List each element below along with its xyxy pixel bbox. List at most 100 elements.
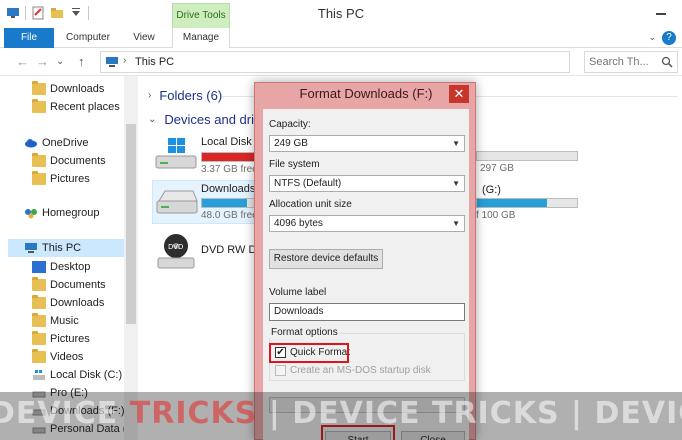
chevron-down-icon: ⌄	[148, 114, 157, 125]
nav-item-music[interactable]: Music	[32, 312, 137, 330]
dialog-body: Capacity: 249 GB ▼ File system NTFS (Defa…	[263, 109, 469, 440]
watermark-word: TRICKS	[431, 396, 560, 431]
nav-item-onedrive-pictures[interactable]: Pictures	[32, 170, 137, 188]
drive-free-space: 48.0 GB free	[201, 210, 258, 221]
watermark-banner: DEVICE TRICKS | DEVICE TRICKS | DEVICE	[0, 392, 682, 440]
group-header-devices[interactable]: ⌄ Devices and drive	[148, 112, 268, 127]
nav-label: Music	[50, 315, 79, 327]
search-input[interactable]	[585, 52, 659, 72]
window-title: This PC	[317, 6, 365, 21]
watermark-word: DEVICE	[292, 396, 421, 431]
allocation-unit-select[interactable]: 4096 bytes ▼	[269, 215, 465, 232]
dvd-drive-icon: DVD	[157, 234, 195, 269]
nav-label: Downloads	[50, 83, 105, 95]
drive-name: Local Disk (	[201, 136, 259, 148]
group-label: Devices and drive	[164, 112, 268, 127]
drive-tile-dvd[interactable]: DVD DVD RW Driv	[152, 232, 268, 272]
group-header-folders[interactable]: › Folders (6)	[148, 88, 222, 103]
nav-scrollbar[interactable]	[124, 76, 137, 440]
search-box	[584, 51, 678, 73]
scrollbar-thumb[interactable]	[126, 124, 136, 324]
nav-label: Downloads	[50, 297, 105, 309]
drive-size-right: 297 GB	[480, 163, 514, 174]
nav-item-this-pc[interactable]: This PC	[8, 239, 124, 257]
tab-computer[interactable]: Computer	[60, 28, 116, 48]
volume-label-label: Volume label	[269, 287, 327, 298]
back-arrow-icon[interactable]: ←	[16, 54, 29, 69]
help-icon[interactable]: ?	[662, 31, 676, 45]
nav-item-downloads[interactable]: Downloads	[32, 80, 137, 98]
recent-locations-icon[interactable]: ⌄	[56, 56, 64, 67]
nav-label: Pictures	[50, 333, 90, 345]
nav-label: Pictures	[50, 173, 90, 185]
drive-free-space: 3.37 GB free	[201, 164, 258, 175]
select-value: NTFS (Default)	[274, 178, 342, 189]
checkbox-disabled-icon	[275, 365, 286, 376]
nav-label: Desktop	[50, 261, 91, 273]
minimize-icon[interactable]	[656, 13, 666, 15]
up-arrow-icon[interactable]: ↑	[78, 54, 85, 69]
nav-item-local-disk-c[interactable]: Local Disk (C:)	[32, 366, 137, 384]
nav-label: Recent places	[50, 101, 120, 113]
usage-fill	[477, 199, 547, 207]
nav-item-recent-places[interactable]: Recent places	[32, 98, 137, 116]
file-system-select[interactable]: NTFS (Default) ▼	[269, 175, 465, 192]
group-label: Folders (6)	[159, 88, 223, 103]
folder-icon	[32, 81, 46, 95]
usage-bar-right-c	[476, 151, 578, 161]
nav-item-onedrive-documents[interactable]: Documents	[32, 152, 137, 170]
address-row: ← → ⌄ ↑ › This PC	[0, 48, 682, 76]
windows-drive-icon	[155, 138, 197, 169]
tab-manage[interactable]: Manage	[172, 28, 230, 49]
tab-view[interactable]: View	[124, 28, 164, 48]
drive-name: Downloads	[201, 183, 256, 195]
restore-defaults-button[interactable]: Restore device defaults	[269, 249, 383, 269]
chevron-down-icon: ▼	[452, 179, 460, 188]
collapse-ribbon-icon[interactable]: ⌄	[648, 32, 656, 43]
title-bar: Drive Tools This PC	[0, 0, 682, 28]
pc-icon	[106, 57, 118, 67]
nav-item-onedrive[interactable]: OneDrive	[24, 134, 137, 152]
close-icon[interactable]: ✕	[449, 85, 469, 103]
breadcrumb-this-pc[interactable]: This PC	[135, 56, 174, 68]
usage-bar-downloads-f	[201, 198, 258, 208]
capacity-select[interactable]: 249 GB ▼	[269, 135, 465, 152]
nav-item-videos[interactable]: Videos	[32, 348, 137, 366]
videos-icon	[32, 349, 46, 363]
nav-item-homegroup[interactable]: Homegroup	[24, 204, 137, 222]
nav-item-pictures[interactable]: Pictures	[32, 330, 137, 348]
highlight-quick-format	[269, 343, 349, 363]
forward-arrow-icon[interactable]: →	[36, 54, 49, 69]
desktop-icon	[32, 261, 46, 273]
usage-fill	[202, 199, 247, 207]
dvd-logo-text: DVD	[168, 243, 183, 251]
folder-icon	[32, 171, 46, 185]
usage-fill	[202, 153, 256, 161]
nav-label: Documents	[50, 155, 106, 167]
tab-file[interactable]: File	[4, 28, 54, 48]
volume-label-input[interactable]: Downloads	[269, 303, 465, 321]
allocation-unit-label: Allocation unit size	[269, 199, 352, 210]
ribbon-tabs: File Computer View Manage ⌄ ?	[0, 28, 682, 49]
drive-size-right: f 100 GB	[476, 210, 516, 221]
nav-item-downloads-lib[interactable]: Downloads	[32, 294, 137, 312]
file-system-label: File system	[269, 159, 320, 170]
chevron-right-icon: ›	[148, 90, 152, 101]
watermark-word: DEVICE	[594, 396, 682, 431]
drive-letter-g: (G:)	[482, 184, 501, 196]
capacity-label: Capacity:	[269, 119, 311, 130]
dialog-title: Format Downloads (F:)	[299, 86, 433, 101]
search-icon[interactable]	[661, 56, 673, 68]
music-icon	[32, 313, 46, 327]
select-value: 4096 bytes	[274, 218, 323, 229]
breadcrumb-separator: ›	[123, 55, 127, 66]
address-bar[interactable]: › This PC	[100, 51, 570, 73]
watermark-divider: |	[571, 396, 584, 431]
downloads-icon	[32, 295, 46, 309]
nav-label: OneDrive	[42, 137, 89, 149]
nav-item-desktop[interactable]: Desktop	[32, 258, 137, 276]
nav-label: Documents	[50, 279, 106, 291]
nav-item-documents[interactable]: Documents	[32, 276, 137, 294]
watermark-text: DEVICE TRICKS | DEVICE TRICKS | DEVICE	[0, 396, 682, 431]
watermark-word: TRICKS	[129, 396, 258, 431]
